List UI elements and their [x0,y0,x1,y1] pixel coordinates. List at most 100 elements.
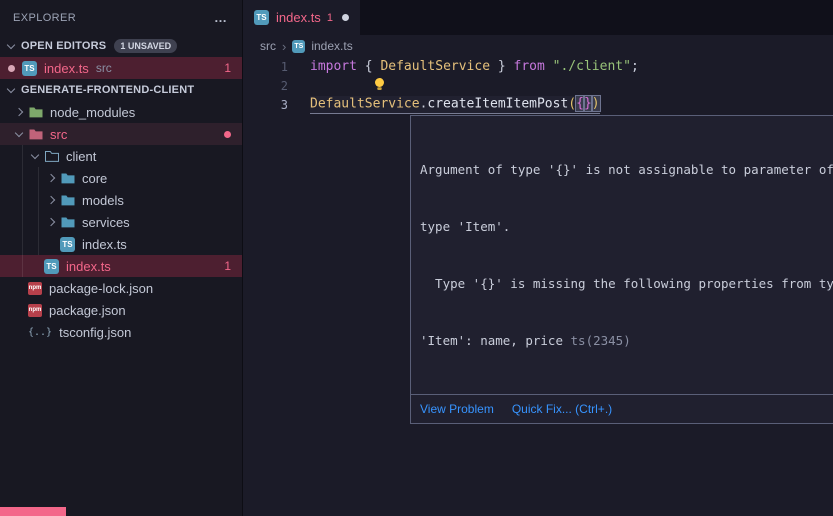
line-number: 3 [243,98,300,112]
chevron-down-icon[interactable] [7,85,15,93]
breadcrumb-folder[interactable]: src [260,39,276,53]
code-text: DefaultService.createItemItemPost({}) [300,96,600,114]
breadcrumb-file[interactable]: index.ts [311,39,352,53]
error-message-line: Argument of type '{}' is not assignable … [420,160,833,179]
folder-node-modules-icon [29,107,43,118]
identifier-token: DefaultService [310,96,420,111]
hover-actions: View Problem Quick Fix... (Ctrl+.) [411,394,833,423]
brace-token: { [576,96,584,111]
tab-error-count: 1 [327,12,333,24]
error-message-line: Type '{}' is missing the following prope… [420,274,833,293]
typescript-file-icon: TS [44,259,59,274]
punctuation-token: } [490,59,513,74]
error-message-line: 'Item': name, price ts(2345) [420,331,833,350]
chevron-right-icon[interactable] [15,108,23,116]
tree-item-label: src [50,127,67,142]
tab-modified-dot-icon[interactable] [342,14,349,21]
tree-item-label: client [66,149,96,164]
typescript-file-icon: TS [292,40,305,53]
chevron-right-icon[interactable] [47,174,55,182]
typescript-file-icon: TS [60,237,75,252]
sidebar-title: EXPLORER [13,12,76,24]
chevron-right-icon[interactable] [47,218,55,226]
quick-fix-link[interactable]: Quick Fix... (Ctrl+.) [512,402,612,416]
ts-icon-text: TS [294,43,303,50]
error-code-ref: ts(2345) [571,333,631,348]
tree-item-client[interactable]: client [0,145,242,167]
error-message: Argument of type '{}' is not assignable … [411,116,833,394]
folder-core-icon [61,173,75,184]
open-editors-label: OPEN EDITORS [21,40,106,52]
folder-open-client-icon [45,151,59,162]
breadcrumb: src › TS index.ts [243,35,833,57]
method-token: createItemItemPost [427,96,568,111]
indent-guide [38,167,39,255]
ts-icon-text: TS [256,13,266,22]
tree-item-label: services [82,215,130,230]
tree-item-package-lock-json[interactable]: npm package-lock.json [0,277,242,299]
tree-item-core[interactable]: core [0,167,242,189]
tab-file-name: index.ts [276,10,321,25]
paren-token: ) [592,96,600,111]
error-message-line: type 'Item'. [420,217,833,236]
error-hover-popup: Argument of type '{}' is not assignable … [410,115,833,424]
tree-item-label: package-lock.json [49,281,153,296]
chevron-down-icon[interactable] [31,151,39,159]
unsaved-badge: 1 UNSAVED [114,39,177,53]
npm-icon-text: npm [29,307,42,313]
line-number: 2 [243,79,300,93]
tree-item-label: node_modules [50,105,135,120]
status-bar-remote-indicator[interactable] [0,507,66,516]
error-count-badge: 1 [224,259,231,273]
ts-icon-text: TS [46,262,56,271]
tree-item-src[interactable]: src [0,123,242,145]
tree-item-node-modules[interactable]: node_modules [0,101,242,123]
line-number: 1 [243,60,300,74]
indent-guide [22,145,23,277]
npm-file-icon: npm [28,304,42,317]
error-message-text: 'Item': name, price [420,333,571,348]
open-editors-header[interactable]: OPEN EDITORS 1 UNSAVED [0,35,242,57]
tree-item-label: package.json [49,303,126,318]
explorer-sidebar: EXPLORER … OPEN EDITORS 1 UNSAVED TS ind… [0,0,243,516]
tree-item-label: index.ts [66,259,111,274]
tree-item-models[interactable]: models [0,189,242,211]
chevron-down-icon[interactable] [7,41,15,49]
modified-indicator-dot-icon [224,131,231,138]
folder-services-icon [61,217,75,228]
typescript-file-icon: TS [22,61,37,76]
tree-item-services[interactable]: services [0,211,242,233]
tree-item-tsconfig-json[interactable]: {..} tsconfig.json [0,321,242,343]
tree-item-client-index-ts[interactable]: TS index.ts [0,233,242,255]
string-token: "./client" [553,59,631,74]
hovered-expression: DefaultService.createItemItemPost({}) [310,96,600,114]
more-actions-icon[interactable]: … [214,10,228,25]
sidebar-header: EXPLORER … [0,0,242,35]
code-line-3: 3 DefaultService.createItemItemPost({}) [243,95,833,114]
view-problem-link[interactable]: View Problem [420,402,494,416]
chevron-down-icon[interactable] [15,129,23,137]
project-section-header[interactable]: GENERATE-FRONTEND-CLIENT [0,79,242,101]
breadcrumb-separator-icon: › [282,39,286,54]
punctuation-token: ; [631,59,639,74]
chevron-right-icon[interactable] [47,196,55,204]
typescript-file-icon: TS [254,10,269,25]
identifier-token: DefaultService [380,59,490,74]
tsconfig-braces-icon: {..} [28,327,52,338]
open-editor-item-index-ts[interactable]: TS index.ts src 1 [0,57,242,79]
project-section-label: GENERATE-FRONTEND-CLIENT [21,84,194,96]
editor-tab-bar: TS index.ts 1 [243,0,833,35]
npm-icon-text: npm [29,285,42,291]
paren-token: ( [568,96,576,111]
editor-tab-index-ts[interactable]: TS index.ts 1 [243,0,360,35]
tree-item-label: core [82,171,107,186]
ts-icon-text: TS [62,240,72,249]
tree-item-package-json[interactable]: npm package.json [0,299,242,321]
error-count-badge: 1 [224,61,231,75]
open-editor-file-folder: src [96,61,112,75]
open-editor-file-name: index.ts [44,61,89,76]
folder-open-src-icon [29,129,43,140]
tree-item-label: index.ts [82,237,127,252]
tree-item-src-index-ts-selected[interactable]: TS index.ts 1 [0,255,242,277]
tree-item-label: tsconfig.json [59,325,131,340]
